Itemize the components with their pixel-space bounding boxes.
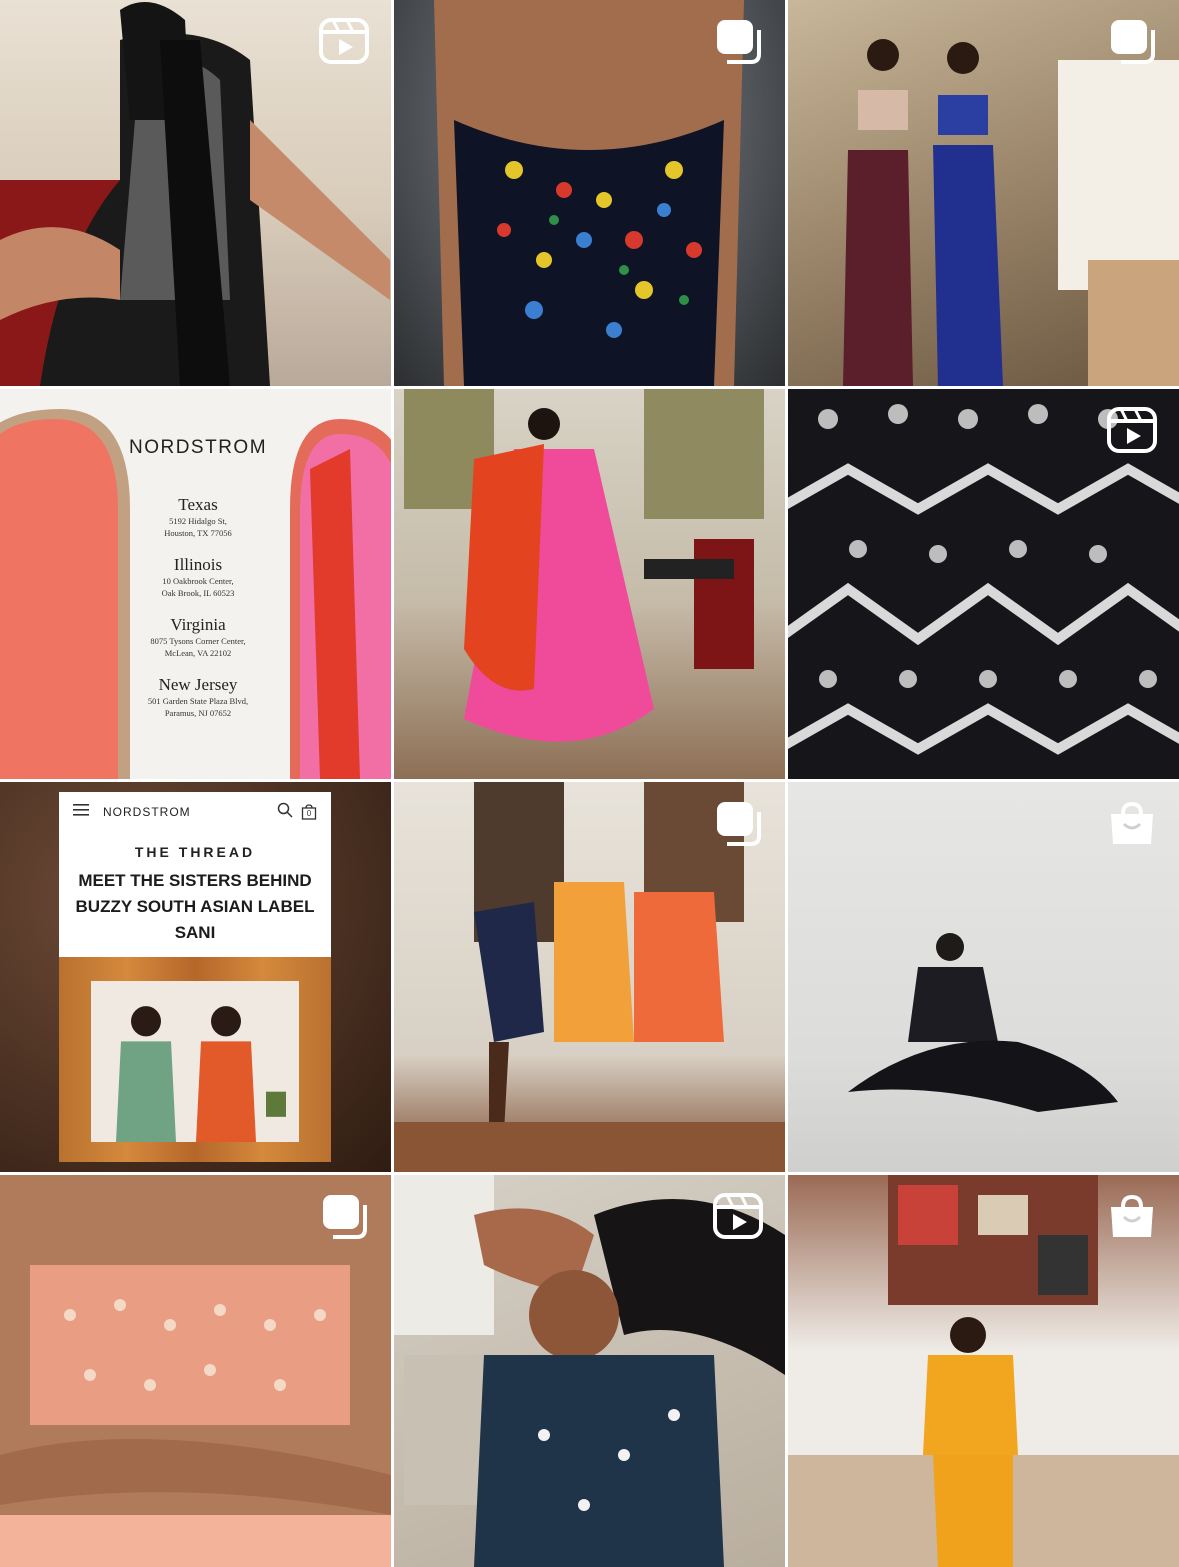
post-tile[interactable] <box>788 782 1179 1172</box>
reel-icon <box>1107 407 1157 453</box>
article-photo <box>91 981 299 1142</box>
store-state: Virginia <box>170 615 226 634</box>
article-card: NORDSTROM 0 THE THREAD MEET THE SISTERS … <box>59 792 331 1162</box>
post-tile[interactable] <box>394 782 785 1172</box>
bag-count: 0 <box>306 809 312 818</box>
carousel-icon <box>713 18 763 64</box>
post-tile[interactable]: NORDSTROM 0 THE THREAD MEET THE SISTERS … <box>0 782 391 1172</box>
post-tile[interactable] <box>394 1175 785 1567</box>
store-address: 5192 Hidalgo St, <box>169 516 227 526</box>
post-tile[interactable] <box>394 389 785 779</box>
shopping-bag-icon <box>1107 1193 1157 1239</box>
article-nav-bar: NORDSTROM 0 <box>59 792 331 832</box>
store-entry: Texas 5192 Hidalgo St, Houston, TX 77056 <box>118 495 278 539</box>
article-image <box>59 957 331 1162</box>
reel-icon <box>319 18 369 64</box>
post-tile[interactable] <box>0 1175 391 1567</box>
post-tile[interactable] <box>788 389 1179 779</box>
post-tile[interactable] <box>788 0 1179 386</box>
store-entry: Illinois 10 Oakbrook Center, Oak Brook, … <box>118 555 278 599</box>
store-address: Oak Brook, IL 60523 <box>161 588 235 598</box>
store-address: 10 Oakbrook Center, <box>162 576 234 586</box>
store-state: Texas <box>178 495 218 514</box>
carousel-icon <box>319 1193 369 1239</box>
store-entry: Virginia 8075 Tysons Corner Center, McLe… <box>118 615 278 659</box>
post-tile[interactable]: NORDSTROM Texas 5192 Hidalgo St, Houston… <box>0 389 391 779</box>
shopping-bag-icon: 0 <box>301 804 317 820</box>
brand-logo: NORDSTROM <box>103 805 191 819</box>
reel-icon <box>713 1193 763 1239</box>
carousel-icon <box>1107 18 1157 64</box>
store-entry: New Jersey 501 Garden State Plaza Blvd, … <box>118 675 278 719</box>
store-address: Houston, TX 77056 <box>164 528 232 538</box>
store-address: 8075 Tysons Corner Center, <box>150 636 246 646</box>
article-headline: MEET THE SISTERS BEHIND BUZZY SOUTH ASIA… <box>75 871 315 942</box>
menu-icon <box>73 803 89 821</box>
search-icon <box>277 802 293 823</box>
shopping-bag-icon <box>1107 800 1157 846</box>
store-address: Paramus, NJ 07652 <box>164 708 232 718</box>
store-list: NORDSTROM Texas 5192 Hidalgo St, Houston… <box>118 389 278 779</box>
store-address: 501 Garden State Plaza Blvd, <box>147 696 249 706</box>
post-photo <box>404 389 764 742</box>
post-tile[interactable] <box>0 0 391 386</box>
carousel-icon <box>713 800 763 846</box>
post-tile[interactable] <box>394 0 785 386</box>
brand-logo: NORDSTROM <box>128 437 268 458</box>
post-tile[interactable] <box>788 1175 1179 1567</box>
store-state: Illinois <box>173 555 223 574</box>
post-grid: NORDSTROM Texas 5192 Hidalgo St, Houston… <box>0 0 1179 1567</box>
store-state: New Jersey <box>158 675 238 694</box>
article-kicker: THE THREAD <box>134 844 256 860</box>
store-address: McLean, VA 22102 <box>164 648 232 658</box>
